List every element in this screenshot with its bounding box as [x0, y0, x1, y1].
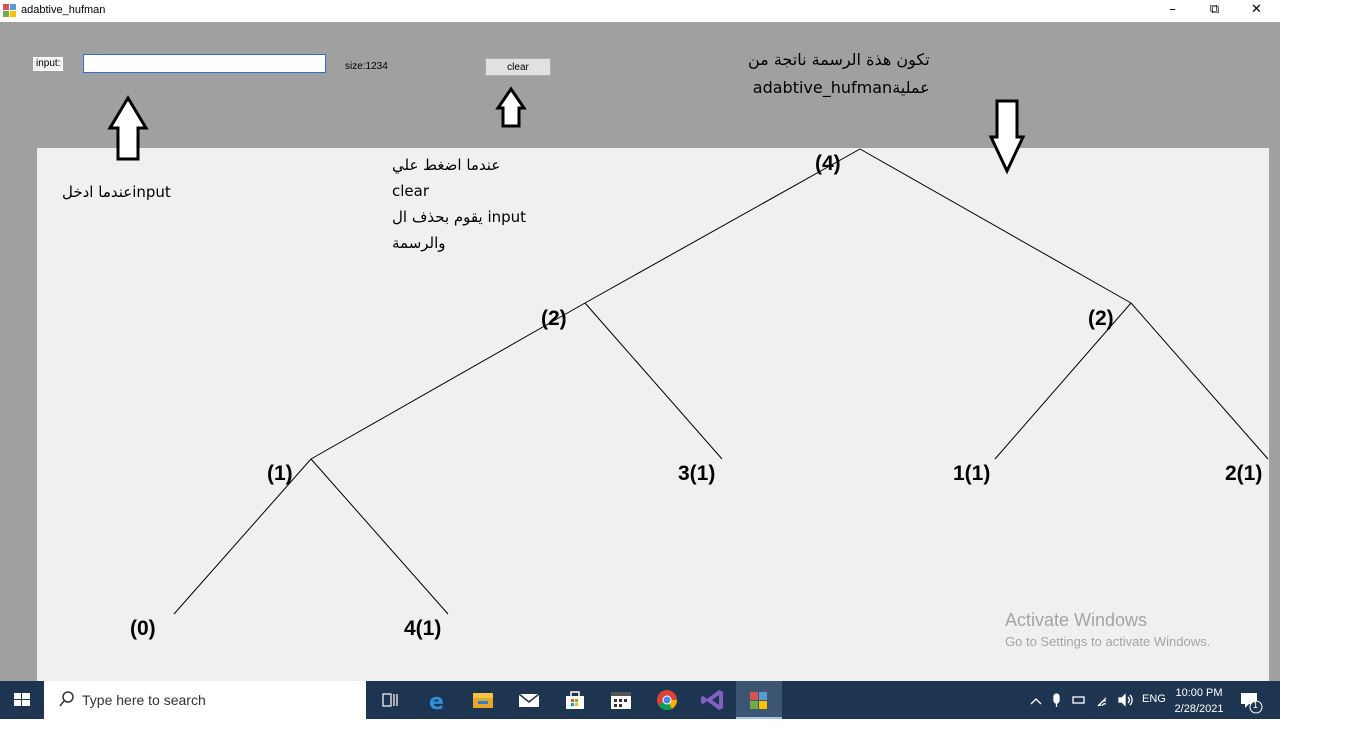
tree-node-nyt: (0)	[130, 617, 156, 640]
tree-node-left-right: 3(1)	[678, 462, 716, 485]
chevron-up-icon	[1030, 698, 1042, 705]
tree-node-leaf-4: 4(1)	[404, 617, 442, 640]
activation-watermark-sub: Go to Settings to activate Windows.	[1005, 634, 1211, 649]
tree-note-line: adabtive_hufmanعملية	[752, 78, 930, 97]
file-explorer-icon[interactable]	[460, 681, 506, 719]
notification-count: 1	[1253, 700, 1259, 710]
tree-node-right-right: 2(1)	[1225, 462, 1263, 485]
activation-watermark: Activate Windows	[1005, 610, 1148, 630]
microphone-icon	[1053, 693, 1060, 704]
tree-node-left: (2)	[541, 307, 567, 330]
edge-left-leftright	[584, 302, 723, 460]
clear-note: عندما اضغط علي clear يقوم بحذف ال input …	[392, 152, 526, 256]
up-arrow-icon	[107, 95, 149, 161]
calendar-icon[interactable]	[598, 681, 644, 719]
clock-time: 10:00 PM	[1175, 687, 1223, 699]
taskbar: Type here to search e ENG 10:00 PM 2/28/…	[0, 681, 1280, 719]
down-arrow-icon	[988, 99, 1026, 175]
edge-icon[interactable]: e	[414, 681, 460, 719]
battery-icon	[1072, 696, 1085, 704]
clear-note-line: clear	[392, 182, 430, 200]
tree-node-root: (4)	[815, 152, 841, 175]
input-note: عندما ادخلinput	[62, 183, 171, 201]
up-arrow-icon	[495, 86, 527, 128]
desktop-strip	[1280, 0, 1360, 719]
chrome-icon[interactable]	[644, 681, 690, 719]
visual-studio-icon[interactable]	[690, 681, 736, 719]
task-view-icon[interactable]	[367, 681, 413, 719]
taskbar-search[interactable]: Type here to search	[44, 681, 366, 719]
clear-note-line: عندما اضغط علي	[392, 156, 501, 174]
tree-node-right-left: 1(1)	[953, 462, 991, 485]
edge-ll-4	[310, 458, 449, 615]
store-icon[interactable]	[552, 681, 598, 719]
winforms-app-icon[interactable]	[736, 681, 782, 719]
tree-note-line: تكون هذة الرسمة ناتجة من	[748, 50, 930, 69]
edge-right-rightright	[1130, 302, 1269, 460]
tree-node-left-left: (1)	[267, 462, 293, 485]
search-icon	[59, 691, 74, 707]
tree-node-right: (2)	[1088, 307, 1114, 330]
search-placeholder: Type here to search	[82, 692, 206, 708]
edge-root-right	[859, 148, 1132, 304]
system-tray	[1030, 693, 1133, 707]
clock[interactable]: 10:00 PM 2/28/2021	[1170, 685, 1228, 717]
windows-logo-icon	[14, 693, 30, 706]
clear-note-line: والرسمة	[392, 234, 446, 252]
clock-date: 2/28/2021	[1174, 703, 1224, 715]
mail-icon[interactable]	[506, 681, 552, 719]
tree-note: تكون هذة الرسمة ناتجة من adabtive_hufman…	[748, 46, 930, 102]
language-indicator[interactable]: ENG	[1142, 693, 1166, 731]
clear-note-line: يقوم بحذف ال input	[392, 208, 527, 226]
svg-text:e: e	[429, 690, 444, 715]
start-button[interactable]	[0, 681, 44, 719]
wifi-icon	[1097, 697, 1107, 707]
tree-edges	[107, 86, 1269, 615]
speaker-icon	[1118, 693, 1126, 707]
